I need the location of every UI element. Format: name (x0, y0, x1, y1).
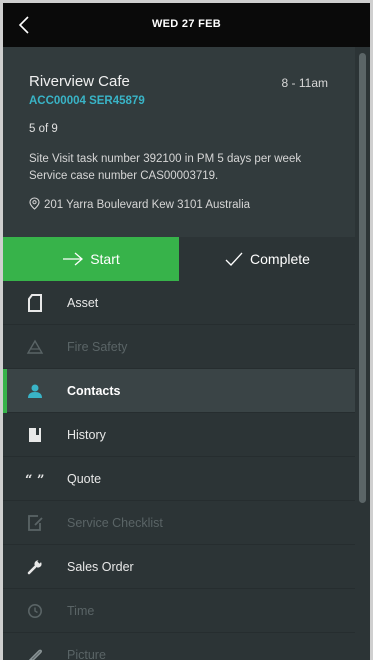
scrollbar-thumb[interactable] (359, 53, 366, 503)
menu-item-label: Picture (67, 648, 106, 660)
menu-item-label: Contacts (67, 384, 121, 398)
complete-button[interactable]: Complete (179, 237, 355, 281)
menu-item-picture[interactable]: Picture (3, 633, 355, 660)
arrow-right-icon (63, 252, 84, 266)
job-menu: Asset Fire Safety Contacts History “ ” Q… (3, 281, 355, 660)
menu-item-service-checklist[interactable]: Service Checklist (3, 501, 355, 545)
menu-item-sales-order[interactable]: Sales Order (3, 545, 355, 589)
job-position: 5 of 9 (29, 123, 58, 135)
action-bar: Start Complete (3, 237, 355, 281)
menu-item-label: History (67, 428, 106, 442)
picture-icon (25, 645, 45, 660)
menu-item-label: Asset (67, 296, 99, 310)
menu-item-label: Time (67, 604, 95, 618)
menu-item-contacts[interactable]: Contacts (3, 369, 355, 413)
map-pin-icon (29, 197, 40, 213)
start-button[interactable]: Start (3, 237, 179, 281)
selected-indicator (3, 369, 7, 413)
account-references[interactable]: ACC00004 SER45879 (29, 95, 145, 107)
checklist-icon (25, 513, 45, 533)
contacts-icon (25, 381, 45, 401)
clock-icon (25, 601, 45, 621)
checkmark-icon (225, 252, 243, 266)
menu-item-asset[interactable]: Asset (3, 281, 355, 325)
app-frame: WED 27 FEB Riverview Cafe 8 - 11am ACC00… (3, 3, 370, 660)
page-title: WED 27 FEB (151, 18, 221, 30)
address-text: 201 Yarra Boulevard Kew 3101 Australia (44, 199, 251, 211)
fire-safety-icon (25, 337, 45, 357)
menu-item-label: Sales Order (67, 560, 134, 574)
asset-icon (25, 293, 45, 313)
job-description: Site Visit task number 392100 in PM 5 da… (29, 153, 302, 182)
customer-name: Riverview Cafe (29, 73, 130, 90)
history-icon (25, 425, 45, 445)
address-row[interactable]: 201 Yarra Boulevard Kew 3101 Australia (29, 197, 250, 213)
menu-item-time[interactable]: Time (3, 589, 355, 633)
menu-item-label: Fire Safety (67, 340, 128, 354)
menu-item-label: Service Checklist (67, 516, 163, 530)
time-range: 8 - 11am (281, 76, 328, 90)
top-bar: WED 27 FEB (3, 3, 370, 47)
svg-text:“ ”: “ ” (25, 473, 44, 485)
menu-item-history[interactable]: History (3, 413, 355, 457)
menu-item-label: Quote (67, 472, 102, 486)
quote-icon: “ ” (25, 469, 45, 489)
complete-label: Complete (250, 251, 310, 267)
menu-item-fire-safety[interactable]: Fire Safety (3, 325, 355, 369)
start-label: Start (90, 251, 120, 267)
job-header: Riverview Cafe 8 - 11am ACC00004 SER4587… (3, 47, 370, 237)
wrench-icon (25, 557, 45, 577)
menu-item-quote[interactable]: “ ” Quote (3, 457, 355, 501)
